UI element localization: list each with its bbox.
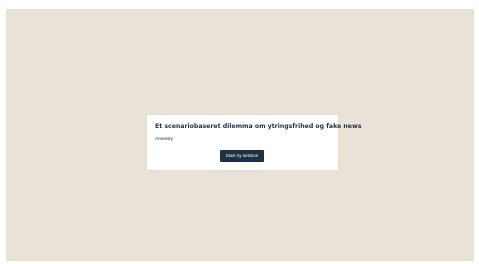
session-title: Et scenariobaseret dilemma om ytringsfri… bbox=[155, 123, 362, 130]
app-viewport: Et scenariobaseret dilemma om ytringsfri… bbox=[6, 9, 474, 261]
start-session-button[interactable]: Start ny session bbox=[220, 150, 264, 162]
organization-name: Amnesty bbox=[155, 136, 173, 141]
session-card: Et scenariobaseret dilemma om ytringsfri… bbox=[147, 115, 362, 170]
